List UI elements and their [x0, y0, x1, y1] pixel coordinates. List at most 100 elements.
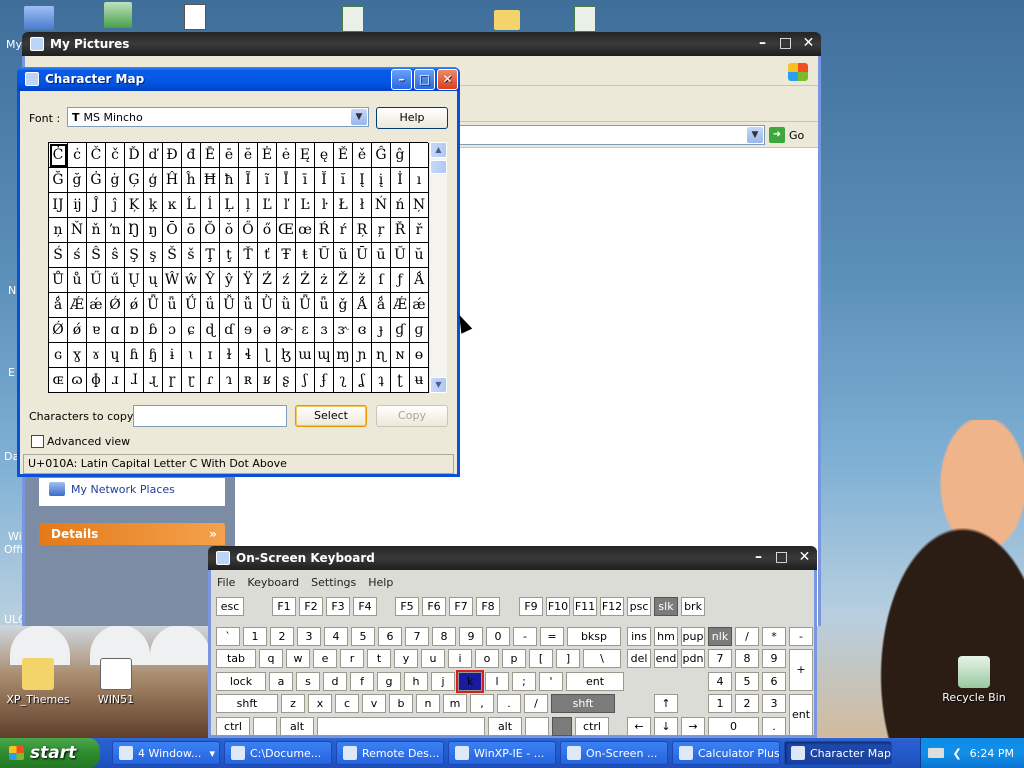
character-cell[interactable]: ʁ: [258, 368, 277, 393]
character-cell[interactable]: Ħ: [201, 168, 220, 193]
character-cell[interactable]: Ż: [296, 268, 315, 293]
osk-key[interactable]: 5: [735, 672, 759, 691]
character-cell[interactable]: Ŀ: [296, 193, 315, 218]
image-file-icon[interactable]: [342, 6, 364, 32]
character-cell[interactable]: ǘ: [201, 293, 220, 318]
character-cell[interactable]: ʆ: [353, 368, 372, 393]
go-button[interactable]: ➜ Go: [769, 126, 804, 144]
character-cell[interactable]: ɻ: [144, 368, 163, 393]
character-cell[interactable]: Ź: [258, 268, 277, 293]
character-cell[interactable]: ɟ: [372, 318, 391, 343]
osk-key[interactable]: →: [681, 717, 705, 736]
character-cell[interactable]: ɺ: [125, 368, 144, 393]
character-cell[interactable]: Ň: [68, 218, 87, 243]
character-cell[interactable]: Ľ: [258, 193, 277, 218]
details-header[interactable]: Details »: [39, 523, 225, 545]
osk-key[interactable]: F5: [395, 597, 419, 616]
osk-key[interactable]: q: [259, 649, 283, 668]
osk-key[interactable]: hm: [654, 627, 678, 646]
character-cell[interactable]: ī: [296, 168, 315, 193]
osk-key[interactable]: c: [335, 694, 359, 713]
menu-keyboard[interactable]: Keyboard: [247, 573, 299, 593]
osk-key[interactable]: 4: [708, 672, 732, 691]
character-cell[interactable]: ņ: [49, 218, 68, 243]
taskbar-item-remote-desktop[interactable]: Remote Des...: [336, 741, 444, 765]
character-cell[interactable]: Ļ: [220, 193, 239, 218]
taskbar-item-character-map[interactable]: Character Map: [784, 741, 892, 765]
character-cell[interactable]: ɕ: [182, 318, 201, 343]
character-cell[interactable]: ɹ: [106, 368, 125, 393]
osk-key[interactable]: m: [443, 694, 467, 713]
osk-key[interactable]: ent: [566, 672, 624, 691]
character-cell[interactable]: ɽ: [182, 368, 201, 393]
osk-key[interactable]: 6: [762, 672, 786, 691]
chevron-down-icon[interactable]: ▼: [351, 109, 367, 125]
osk-key[interactable]: \: [583, 649, 621, 668]
osk-key[interactable]: 5: [351, 627, 375, 646]
character-cell[interactable]: ĳ: [68, 193, 87, 218]
my-pictures-titlebar[interactable]: My Pictures – □ ✕: [22, 32, 821, 56]
osk-key[interactable]: n: [416, 694, 440, 713]
character-cell[interactable]: ɿ: [220, 368, 239, 393]
close-button[interactable]: ✕: [794, 548, 815, 569]
osk-key[interactable]: k: [456, 670, 484, 693]
character-cell[interactable]: Ǘ: [182, 293, 201, 318]
character-cell[interactable]: ĝ: [391, 143, 410, 168]
character-cell[interactable]: ɲ: [353, 343, 372, 368]
osk-key[interactable]: lock: [216, 672, 266, 691]
character-cell[interactable]: ŉ: [106, 218, 125, 243]
character-cell[interactable]: ŀ: [315, 193, 334, 218]
character-cell[interactable]: ɥ: [106, 343, 125, 368]
osk-key[interactable]: del: [627, 649, 651, 668]
advanced-view-checkbox[interactable]: [31, 435, 44, 448]
character-cell[interactable]: ů: [68, 268, 87, 293]
character-cell[interactable]: Č: [87, 143, 106, 168]
osk-key[interactable]: +: [789, 649, 813, 691]
character-cell[interactable]: ŧ: [296, 243, 315, 268]
osk-key[interactable]: w: [286, 649, 310, 668]
font-select[interactable]: T MS Mincho ▼: [67, 107, 369, 127]
grid-scrollbar[interactable]: ▲ ▼: [430, 142, 447, 393]
character-cell[interactable]: Ű: [87, 268, 106, 293]
character-cell[interactable]: Ġ: [87, 168, 106, 193]
chevron-left-icon[interactable]: ❮: [952, 747, 961, 760]
osk-key[interactable]: F10: [546, 597, 570, 616]
character-cell[interactable]: ŝ: [106, 243, 125, 268]
character-cell[interactable]: ŏ: [220, 218, 239, 243]
character-cell[interactable]: ɦ: [125, 343, 144, 368]
character-cell[interactable]: Ċ: [49, 143, 68, 168]
osk-key[interactable]: b: [389, 694, 413, 713]
osk-key[interactable]: i: [448, 649, 472, 668]
character-cell[interactable]: ɵ: [410, 343, 429, 368]
character-cell[interactable]: ɶ: [49, 368, 68, 393]
osk-key[interactable]: ent: [789, 694, 813, 736]
minimize-button[interactable]: –: [752, 34, 773, 55]
character-cell[interactable]: ŵ: [182, 268, 201, 293]
character-cell[interactable]: Į: [353, 168, 372, 193]
recycle-bin[interactable]: Recycle Bin: [942, 656, 1006, 704]
osk-key[interactable]: h: [404, 672, 428, 691]
osk-key[interactable]: *: [762, 627, 786, 646]
osk-key[interactable]: y: [394, 649, 418, 668]
osk-key[interactable]: j: [431, 672, 455, 691]
taskbar-item-documents[interactable]: C:\Docume...: [224, 741, 332, 765]
character-cell[interactable]: Ł: [334, 193, 353, 218]
osk-key[interactable]: ctrl: [216, 717, 250, 736]
character-cell[interactable]: ħ: [220, 168, 239, 193]
character-cell[interactable]: Ĺ: [182, 193, 201, 218]
character-cell[interactable]: ǿ: [125, 293, 144, 318]
character-cell[interactable]: ǖ: [315, 293, 334, 318]
character-cell[interactable]: ō: [182, 218, 201, 243]
character-cell[interactable]: ė: [277, 143, 296, 168]
character-cell[interactable]: ə: [258, 318, 277, 343]
character-cell[interactable]: œ: [296, 218, 315, 243]
character-cell[interactable]: ɒ: [125, 318, 144, 343]
osk-key[interactable]: slk: [654, 597, 678, 616]
character-cell[interactable]: Ǚ: [220, 293, 239, 318]
osk-key[interactable]: [552, 717, 572, 736]
osk-key[interactable]: o: [475, 649, 499, 668]
osk-key[interactable]: ←: [627, 717, 651, 736]
character-cell[interactable]: ź: [277, 268, 296, 293]
character-cell[interactable]: ɾ: [201, 368, 220, 393]
character-cell[interactable]: ų: [144, 268, 163, 293]
